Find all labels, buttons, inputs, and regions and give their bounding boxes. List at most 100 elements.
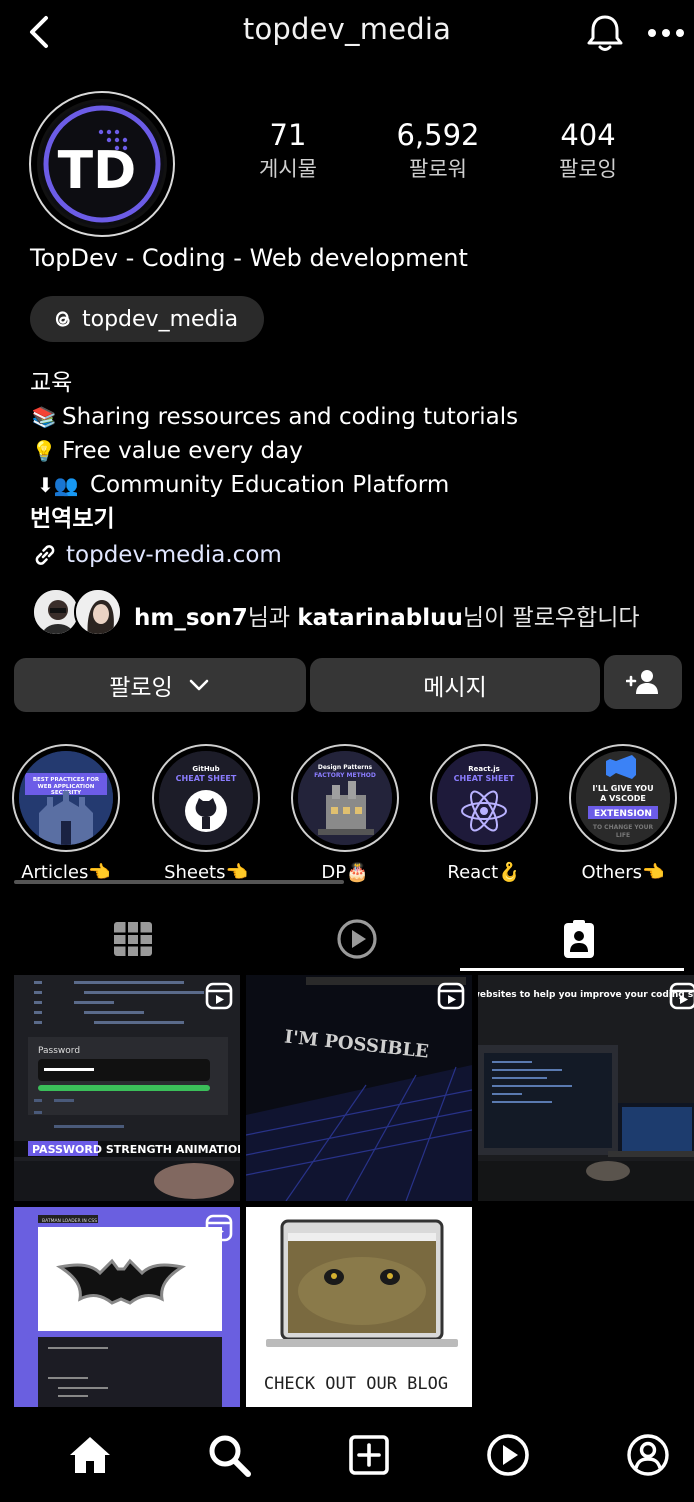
bio-line-text: Sharing ressources and coding tutorials <box>62 404 519 430</box>
following-button-label: 팔로잉 <box>109 675 173 701</box>
highlight-ring: GitHub CHEAT SHEET <box>152 744 260 852</box>
highlight-ring: React.js CHEAT SHEET <box>430 744 538 852</box>
svg-text:A VSCODE: A VSCODE <box>600 794 646 803</box>
grid-icon <box>114 922 152 956</box>
more-options-button[interactable] <box>644 14 688 52</box>
lightbulb-emoji-icon: 💡 <box>31 439 57 463</box>
suggest-people-button[interactable] <box>604 655 682 709</box>
search-icon <box>209 1435 251 1477</box>
content-tabs <box>0 904 694 974</box>
mutual-suffix: 님이 팔로우합니다 <box>462 605 640 631</box>
highlight-sheets[interactable]: GitHub CHEAT SHEET Sheets👈 <box>150 744 262 883</box>
svg-text:CHEAT SHEET: CHEAT SHEET <box>176 774 237 783</box>
reel-badge-icon <box>669 982 694 1010</box>
link-icon <box>35 545 55 565</box>
profile-avatar[interactable]: TD <box>29 91 175 237</box>
post-thumbnail[interactable]: I'M POSSIBLE <box>246 975 472 1201</box>
tab-tagged[interactable] <box>464 904 694 974</box>
add-person-icon <box>626 670 658 694</box>
highlight-cover: Design Patterns FACTORY METHOD <box>298 751 392 845</box>
profile-full-name: TopDev - Coding - Web development <box>30 244 468 272</box>
highlight-cover: I'LL GIVE YOU A VSCODE EXTENSION TO CHAN… <box>576 751 670 845</box>
nav-search[interactable] <box>199 1425 259 1485</box>
reel-badge-icon <box>205 1214 233 1242</box>
avatar-image: TD <box>37 99 167 229</box>
bell-icon <box>587 15 623 51</box>
avatar-monogram: TD <box>58 141 137 201</box>
highlight-react[interactable]: React.js CHEAT SHEET React🪝 <box>428 744 540 883</box>
post-thumbnail[interactable]: 5 websites to help you improve your codi… <box>478 975 694 1201</box>
tab-reels[interactable] <box>242 904 472 974</box>
post-caption: CHECK OUT OUR BLOG <box>264 1374 448 1394</box>
message-button-label: 메시지 <box>423 675 487 701</box>
svg-text:GitHub: GitHub <box>192 765 219 773</box>
svg-text:BEST PRACTICES FOR: BEST PRACTICES FOR <box>33 777 100 783</box>
profile-bio: 교육 📚 Sharing ressources and coding tutor… <box>30 366 518 536</box>
nav-home[interactable] <box>60 1425 120 1485</box>
svg-text:React.js: React.js <box>468 765 500 773</box>
home-icon <box>70 1437 110 1473</box>
reel-badge-icon <box>437 982 465 1010</box>
books-emoji-icon: 📚 <box>31 405 57 429</box>
reels-icon <box>337 919 377 959</box>
website-link[interactable]: topdev-media.com <box>30 540 282 570</box>
mutual-connector: 님과 <box>247 605 298 631</box>
mutual-followers-text: hm_son7님과 katarinabluu님이 팔로우합니다 <box>134 598 640 632</box>
active-tab-indicator <box>460 968 684 971</box>
highlight-ring: BEST PRACTICES FOR WEB APPLICATION SECUR… <box>12 744 120 852</box>
nav-create[interactable] <box>339 1425 399 1485</box>
posts-count[interactable]: 71 게시물 <box>208 118 368 184</box>
following-count[interactable]: 404 팔로잉 <box>508 118 668 184</box>
post-field-label: Password <box>38 1046 80 1056</box>
highlight-cover: BEST PRACTICES FOR WEB APPLICATION SECUR… <box>19 751 113 845</box>
see-translation-link[interactable]: 번역보기 <box>30 502 518 536</box>
post-thumbnail[interactable]: Password PASSWORD STRENGTH ANIMATION <box>14 975 240 1201</box>
following-button[interactable]: 팔로잉 <box>14 658 306 712</box>
highlights-scrollbar[interactable] <box>14 880 344 884</box>
bio-category: 교육 <box>30 370 73 396</box>
stat-number: 71 <box>269 118 307 152</box>
chevron-down-icon <box>189 679 209 691</box>
bottom-navigation <box>0 1407 694 1502</box>
highlight-label: Others👈 <box>581 862 665 883</box>
message-button[interactable]: 메시지 <box>310 658 600 712</box>
nav-profile[interactable] <box>618 1425 678 1485</box>
post-thumbnail[interactable]: BATMAN LOADER IN CSS <box>14 1207 240 1433</box>
down-arrow-people-emoji-icon: ⬇👥 <box>37 473 79 497</box>
svg-text:LIFE: LIFE <box>616 832 630 839</box>
post-caption: BATMAN LOADER IN CSS <box>42 1218 97 1224</box>
bio-line: 💡 Free value every day <box>30 434 518 468</box>
mutual-user[interactable]: hm_son7 <box>134 605 248 631</box>
threads-icon <box>55 311 70 327</box>
mutual-user[interactable]: katarinabluu <box>297 605 463 631</box>
reels-icon <box>487 1434 529 1476</box>
threads-link-button[interactable]: topdev_media <box>30 296 264 342</box>
highlight-design-patterns[interactable]: Design Patterns FACTORY METHOD DP🎂 <box>289 744 401 883</box>
svg-text:Design Patterns: Design Patterns <box>318 764 373 771</box>
post-thumbnail[interactable]: CHECK OUT OUR BLOG <box>246 1207 472 1433</box>
stat-number: 404 <box>560 118 616 152</box>
top-bar: topdev_media <box>0 0 694 66</box>
post-caption: 5 websites to help you improve your codi… <box>478 990 694 1000</box>
highlight-articles[interactable]: BEST PRACTICES FOR WEB APPLICATION SECUR… <box>10 744 122 883</box>
stat-label: 팔로잉 <box>559 157 617 181</box>
more-horizontal-icon <box>648 29 684 37</box>
bio-line: 📚 Sharing ressources and coding tutorial… <box>30 400 519 434</box>
bio-line-text: Community Education Platform <box>90 472 450 498</box>
post-caption: PASSWORD STRENGTH ANIMATION <box>32 1143 240 1156</box>
notifications-button[interactable] <box>582 10 628 56</box>
stat-label: 팔로워 <box>409 157 467 181</box>
bio-line-text: Free value every day <box>62 438 303 464</box>
followers-count[interactable]: 6,592 팔로워 <box>358 118 518 184</box>
highlight-cover: GitHub CHEAT SHEET <box>159 751 253 845</box>
mutual-followers[interactable]: hm_son7님과 katarinabluu님이 팔로우합니다 <box>32 588 692 640</box>
svg-text:EXTENSION: EXTENSION <box>594 809 652 819</box>
mutual-avatar <box>74 588 122 636</box>
mutual-avatar <box>32 588 80 636</box>
highlight-others[interactable]: I'LL GIVE YOU A VSCODE EXTENSION TO CHAN… <box>567 744 679 883</box>
bio-line: ⬇👥 Community Education Platform <box>30 468 518 502</box>
reel-badge-icon <box>205 982 233 1010</box>
highlight-ring: Design Patterns FACTORY METHOD <box>291 744 399 852</box>
tab-posts-grid[interactable] <box>18 904 248 974</box>
nav-reels[interactable] <box>478 1425 538 1485</box>
